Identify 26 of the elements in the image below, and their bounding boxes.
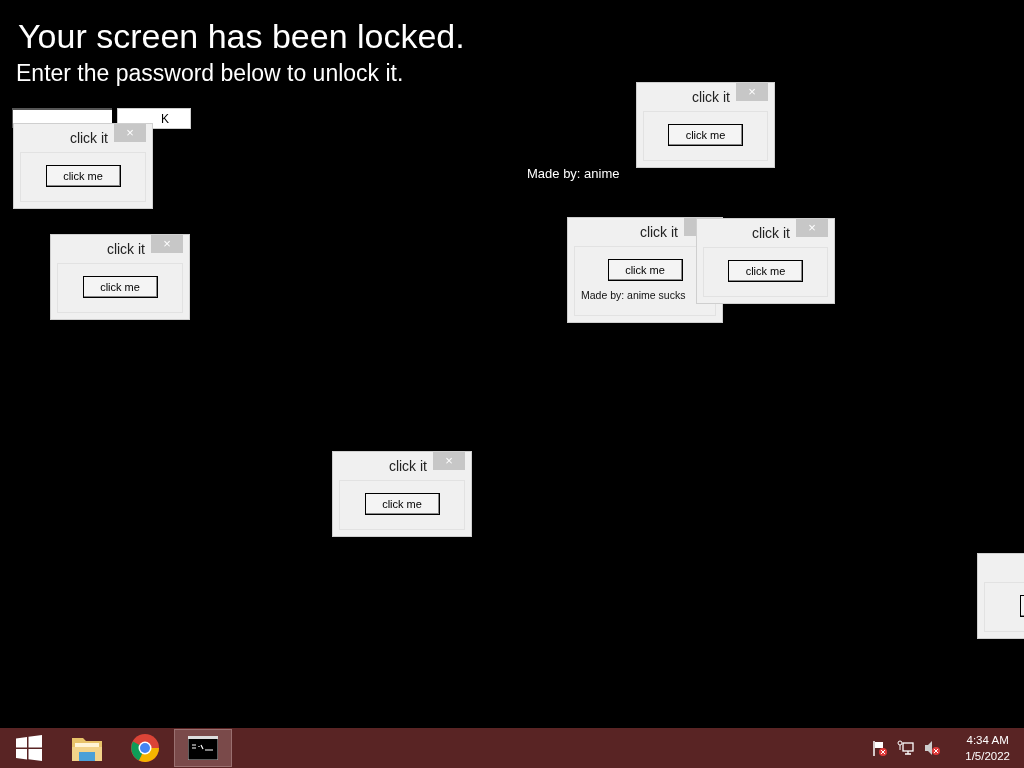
window-title: click it <box>388 458 427 474</box>
click-me-button[interactable]: click me <box>668 124 743 146</box>
click-me-button[interactable]: click me <box>728 260 803 282</box>
windows-logo-icon <box>16 735 42 761</box>
taskbar-button[interactable] <box>174 729 232 767</box>
credit-text: Made by: anime <box>527 166 620 181</box>
browser-icon <box>130 733 160 763</box>
network-icon[interactable] <box>897 739 916 757</box>
click-me-button[interactable]: click me <box>82 276 158 298</box>
click-me-button[interactable]: click me <box>45 165 121 187</box>
clock-time: 4:34 AM <box>966 733 1009 748</box>
window-title: click it <box>751 225 790 241</box>
flag-icon[interactable] <box>871 739 890 757</box>
window-title: click it <box>691 89 730 105</box>
credit-text: Made by: anime sucks <box>581 289 686 301</box>
lock-instructions: Enter the password below to unlock it. <box>16 59 405 88</box>
clock-date: 1/5/2022 <box>965 749 1010 764</box>
window-title: click it <box>639 224 678 240</box>
click-me-button[interactable]: click me <box>607 259 683 281</box>
terminal-icon <box>188 736 218 760</box>
window-title: click it <box>69 130 108 146</box>
clock[interactable]: 4:34 AM 1/5/2022 <box>965 732 1010 764</box>
window-title: click it <box>106 241 145 257</box>
click-me-button[interactable]: click me <box>364 493 440 515</box>
speaker-icon[interactable] <box>923 739 942 757</box>
lock-title: Your screen has been locked. <box>18 16 466 57</box>
